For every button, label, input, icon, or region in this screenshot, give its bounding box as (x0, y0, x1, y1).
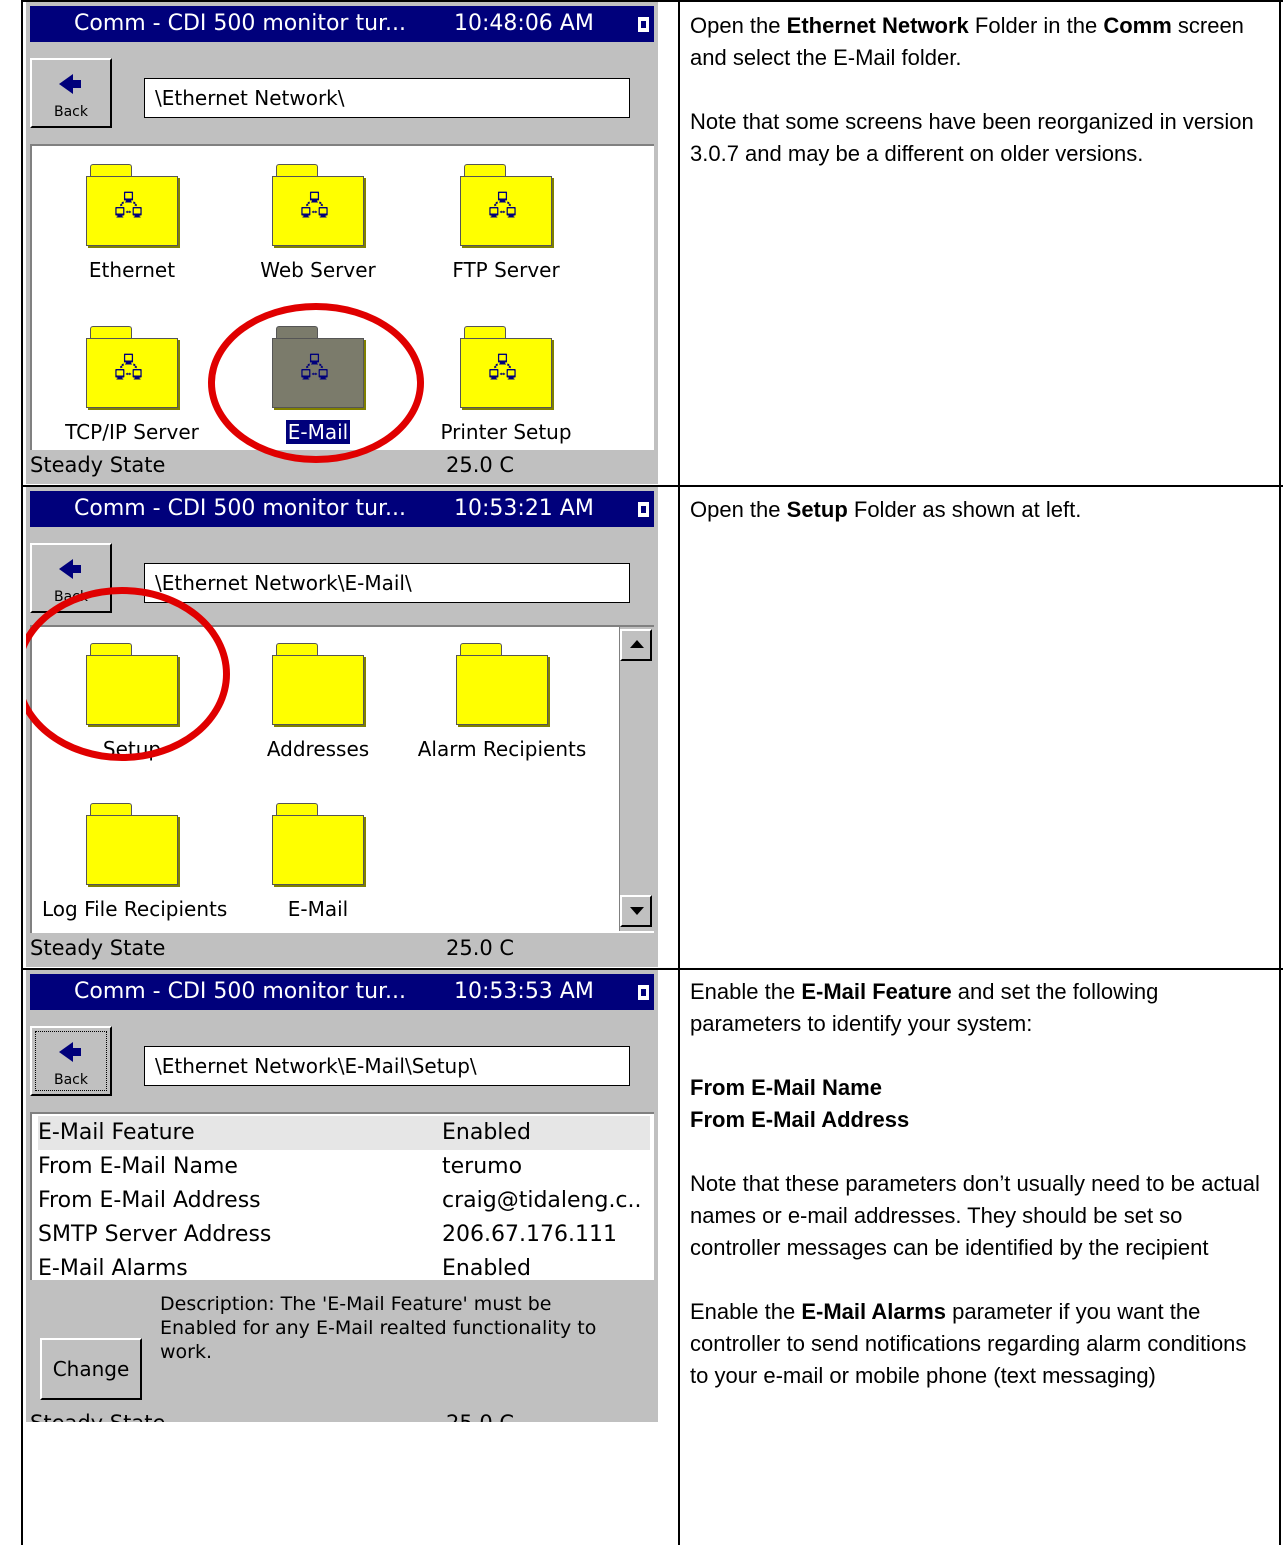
highlight-circle (208, 303, 424, 463)
instruction-2: Open the Setup Folder as shown at left. (690, 497, 1082, 522)
status-state: Steady State (30, 453, 166, 477)
folder-ethernet[interactable]: 🖧 Ethernet (42, 164, 222, 282)
status-temperature: 25.0 C (446, 1406, 514, 1422)
path-field[interactable]: \Ethernet Network\E-Mail\ (144, 563, 630, 603)
folder-email-debug-buffer[interactable]: E-Mail Debug Buffer (228, 803, 408, 921)
table-column-divider (678, 0, 680, 1545)
instruction-1: Open the Ethernet Network Folder in the … (690, 13, 1254, 166)
clock: 10:48:06 AM (454, 11, 594, 36)
arrow-down-icon (630, 907, 644, 915)
network-folder-icon: 🖧 (272, 164, 364, 246)
status-temperature: 25.0 C (446, 936, 515, 960)
status-state: Steady State (30, 936, 166, 960)
path-field[interactable]: \Ethernet Network\E-Mail\Setup\ (144, 1046, 630, 1086)
network-folder-icon: 🖧 (86, 326, 178, 408)
path-field[interactable]: \Ethernet Network\ (144, 78, 630, 118)
folder-alarm-recipients[interactable]: Alarm Recipients (412, 643, 592, 761)
folder-addresses[interactable]: Addresses (228, 643, 408, 761)
window-title: Comm - CDI 500 monitor tur... (74, 496, 407, 521)
property-row-from-name[interactable]: From E-Mail Name terumo (38, 1150, 650, 1184)
back-button-label: Back (54, 104, 88, 120)
property-row-email-feature[interactable]: E-Mail Feature Enabled (38, 1116, 650, 1150)
window-title: Comm - CDI 500 monitor tur... (74, 979, 407, 1004)
back-button[interactable]: Back (30, 58, 112, 128)
property-row-smtp-server[interactable]: SMTP Server Address 206.67.176.111 (38, 1218, 650, 1252)
status-bar: Steady State 25.0 C (26, 1406, 658, 1422)
title-bar: Comm - CDI 500 monitor tur... 10:53:53 A… (30, 974, 654, 1010)
sip-icon[interactable] (638, 502, 649, 517)
clock: 10:53:21 AM (454, 496, 594, 521)
sip-icon[interactable] (638, 17, 649, 32)
property-list: E-Mail Feature Enabled From E-Mail Name … (30, 1112, 654, 1281)
screenshot-email-setup: Comm - CDI 500 monitor tur... 10:53:53 A… (26, 970, 658, 1422)
scroll-down-button[interactable] (620, 895, 652, 927)
change-button[interactable]: Change (40, 1338, 142, 1400)
table-border-right (1279, 0, 1281, 1545)
folder-icon (456, 643, 548, 725)
screenshot-email-folder: Comm - CDI 500 monitor tur... 10:53:21 A… (26, 487, 658, 967)
back-button-label: Back (54, 1072, 88, 1088)
network-folder-icon: 🖧 (460, 326, 552, 408)
clock: 10:53:53 AM (454, 979, 594, 1004)
title-bar: Comm - CDI 500 monitor tur... 10:53:21 A… (30, 491, 654, 527)
vertical-scrollbar[interactable] (619, 627, 654, 931)
property-description: Description: The 'E-Mail Feature' must b… (160, 1293, 597, 1363)
network-folder-icon: 🖧 (86, 164, 178, 246)
folder-tcpip-server[interactable]: 🖧 TCP/IP Server (42, 326, 222, 444)
arrow-up-icon (630, 640, 644, 648)
window-title: Comm - CDI 500 monitor tur... (74, 11, 407, 36)
instruction-3: Enable the E-Mail Feature and set the fo… (690, 979, 1260, 1388)
status-state: Steady State (30, 1406, 165, 1422)
sip-icon[interactable] (638, 985, 649, 1000)
title-bar: Comm - CDI 500 monitor tur... 10:48:06 A… (30, 6, 654, 42)
folder-web-server[interactable]: 🖧 Web Server (228, 164, 408, 282)
property-row-email-alarms[interactable]: E-Mail Alarms Enabled (38, 1252, 650, 1286)
screenshot-ethernet-network: Comm - CDI 500 monitor tur... 10:48:06 A… (26, 2, 658, 484)
folder-ftp-server[interactable]: 🖧 FTP Server (416, 164, 596, 282)
back-button[interactable]: Back (30, 1026, 112, 1096)
scroll-up-button[interactable] (620, 629, 652, 661)
folder-icon (86, 803, 178, 885)
network-folder-icon: 🖧 (460, 164, 552, 246)
status-temperature: 25.0 C (446, 453, 515, 477)
status-bar: Steady State 25.0 C (26, 931, 658, 965)
folder-log-file-recipients[interactable]: Log File Recipients (42, 803, 227, 921)
folder-icon (272, 643, 364, 725)
folder-icon (272, 803, 364, 885)
property-row-from-address[interactable]: From E-Mail Address craig@tidaleng.c.. (38, 1184, 650, 1218)
table-border-left (21, 0, 23, 1545)
folder-printer-setup[interactable]: 🖧 Printer Setup (416, 326, 596, 444)
